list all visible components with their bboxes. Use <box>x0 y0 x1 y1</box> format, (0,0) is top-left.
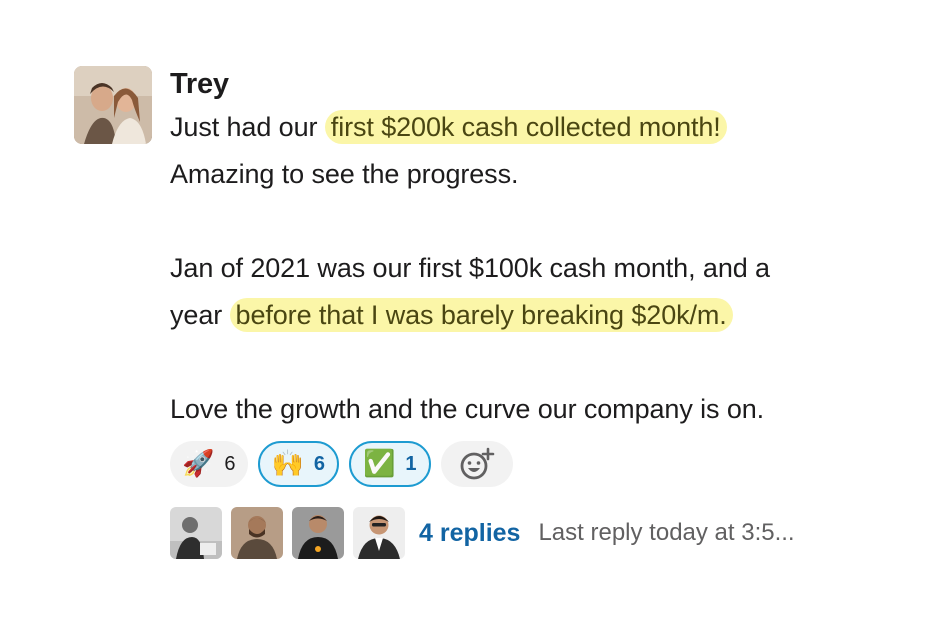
reaction-raised-hands[interactable]: 🙌 6 <box>257 441 339 487</box>
reaction-count: 1 <box>405 452 417 475</box>
reaction-check-mark[interactable]: ✅ 1 <box>349 441 431 487</box>
reaction-count: 6 <box>224 452 236 475</box>
message-line: Jan of 2021 was our first $100k cash mon… <box>170 245 910 292</box>
reaction-rocket[interactable]: 🚀 6 <box>170 441 248 487</box>
message-line: Just had our first $200k cash collected … <box>170 104 910 151</box>
add-reaction-icon <box>460 447 494 480</box>
message-line: year before that I was barely breaking $… <box>170 292 910 339</box>
thread-summary[interactable]: 4 replies Last reply today at 3:5... <box>170 507 910 559</box>
message-line: Love the growth and the curve our compan… <box>170 386 910 433</box>
message-text-segment: Amazing to see the progress. <box>170 159 519 189</box>
thread-participants <box>170 507 405 559</box>
participant-avatar[interactable] <box>170 507 222 559</box>
participant-avatar[interactable] <box>231 507 283 559</box>
message-text: Just had our first $200k cash collected … <box>170 104 910 433</box>
highlighted-text: first $200k cash collected month! <box>324 110 727 144</box>
reaction-count: 6 <box>313 452 325 475</box>
raised-hands-icon: 🙌 <box>271 449 304 479</box>
paragraph-break <box>170 198 910 245</box>
rocket-icon: 🚀 <box>182 449 215 479</box>
add-reaction-button[interactable] <box>440 441 513 487</box>
highlighted-text: before that I was barely breaking $20k/m… <box>229 298 733 332</box>
check-mark-icon: ✅ <box>363 449 396 479</box>
message-line: Amazing to see the progress. <box>170 151 910 198</box>
message-text-segment: year <box>170 300 230 330</box>
participant-avatar[interactable] <box>292 507 344 559</box>
message-text-segment: Jan of 2021 was our first $100k cash mon… <box>170 253 770 283</box>
reactions-bar: 🚀 6 🙌 6 ✅ 1 <box>170 439 910 489</box>
participant-avatar[interactable] <box>353 507 405 559</box>
message-text-segment: Love the growth and the curve our compan… <box>170 394 765 424</box>
message-text-segment: Just had our <box>170 112 325 142</box>
paragraph-break <box>170 339 910 386</box>
message-content: Trey Just had our first $200k cash colle… <box>170 64 910 559</box>
thread-replies-link[interactable]: 4 replies <box>419 519 520 548</box>
last-reply-time: Last reply today at 3:5... <box>538 519 795 546</box>
author-avatar[interactable] <box>74 66 152 144</box>
author-name[interactable]: Trey <box>170 64 910 104</box>
